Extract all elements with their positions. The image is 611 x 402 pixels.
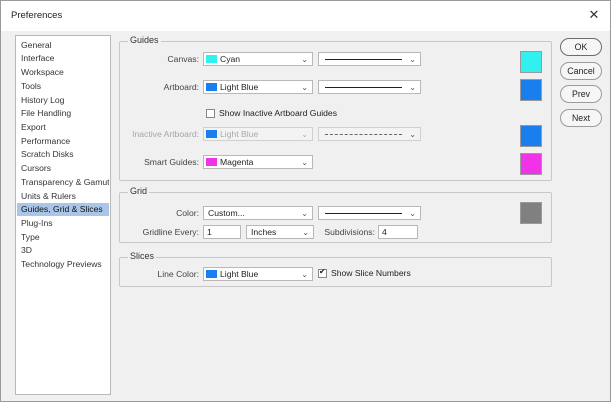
sidebar-item-transparency-gamut[interactable]: Transparency & Gamut bbox=[17, 176, 109, 189]
show-inactive-artboard-guides-label: Show Inactive Artboard Guides bbox=[219, 108, 337, 118]
artboard-color-swatch[interactable] bbox=[520, 79, 542, 101]
show-slice-numbers-checkbox[interactable] bbox=[318, 267, 327, 278]
smart-guides-label: Smart Guides: bbox=[144, 157, 199, 167]
chevron-down-icon: ⌄ bbox=[409, 83, 416, 92]
grid-color-select[interactable]: Custom... ⌄ bbox=[203, 206, 313, 220]
subdivisions-input[interactable]: 4 bbox=[378, 225, 418, 239]
smart-guides-color-select[interactable]: Magenta ⌄ bbox=[203, 155, 313, 169]
guides-group-title: Guides bbox=[128, 35, 161, 45]
canvas-label: Canvas: bbox=[167, 54, 199, 64]
sidebar-item-general[interactable]: General bbox=[17, 39, 109, 52]
chevron-down-icon: ⌄ bbox=[409, 55, 416, 64]
solid-line-icon bbox=[325, 87, 402, 88]
slice-line-color-value: Light Blue bbox=[220, 269, 259, 279]
chevron-down-icon: ⌄ bbox=[409, 130, 416, 139]
chevron-down-icon: ⌄ bbox=[302, 228, 309, 237]
chevron-down-icon: ⌄ bbox=[301, 130, 308, 139]
chevron-down-icon: ⌄ bbox=[301, 158, 308, 167]
inactive-artboard-line-style-select[interactable]: ⌄ bbox=[318, 127, 421, 141]
subdivisions-label: Subdivisions: bbox=[324, 227, 375, 237]
sidebar-item-history-log[interactable]: History Log bbox=[17, 94, 109, 107]
sidebar-item-cursors[interactable]: Cursors bbox=[17, 162, 109, 175]
smart-guides-color-value: Magenta bbox=[220, 157, 254, 167]
inactive-artboard-color-swatch[interactable] bbox=[520, 125, 542, 147]
slice-line-color-label: Line Color: bbox=[157, 269, 199, 279]
artboard-color-value: Light Blue bbox=[220, 82, 259, 92]
grid-color-value: Custom... bbox=[208, 208, 245, 218]
grid-color-label: Color: bbox=[176, 208, 199, 218]
magenta-swatch-icon bbox=[206, 158, 217, 166]
chevron-down-icon: ⌄ bbox=[301, 83, 308, 92]
gridline-every-label: Gridline Every: bbox=[142, 227, 199, 237]
preferences-dialog: Preferences ✕ General Interface Workspac… bbox=[0, 0, 611, 402]
sidebar-item-3d[interactable]: 3D bbox=[17, 244, 109, 257]
dashed-line-icon bbox=[325, 134, 402, 135]
canvas-color-select[interactable]: Cyan ⌄ bbox=[203, 52, 313, 66]
sidebar-item-technology-previews[interactable]: Technology Previews bbox=[17, 258, 109, 271]
close-icon[interactable]: ✕ bbox=[586, 7, 602, 23]
chevron-down-icon: ⌄ bbox=[301, 270, 308, 279]
sidebar-item-performance[interactable]: Performance bbox=[17, 135, 109, 148]
artboard-color-select[interactable]: Light Blue ⌄ bbox=[203, 80, 313, 94]
chevron-down-icon: ⌄ bbox=[301, 55, 308, 64]
sidebar-item-interface[interactable]: Interface bbox=[17, 52, 109, 65]
light-blue-swatch-icon bbox=[206, 83, 217, 91]
inactive-artboard-color-value: Light Blue bbox=[220, 129, 259, 139]
sidebar-item-export[interactable]: Export bbox=[17, 121, 109, 134]
grid-color-swatch[interactable] bbox=[520, 202, 542, 224]
grid-line-style-select[interactable]: ⌄ bbox=[318, 206, 421, 220]
sidebar-item-plug-ins[interactable]: Plug-Ins bbox=[17, 217, 109, 230]
chevron-down-icon: ⌄ bbox=[301, 209, 308, 218]
prev-button[interactable]: Prev bbox=[560, 85, 602, 103]
canvas-color-swatch[interactable] bbox=[520, 51, 542, 73]
sidebar-item-scratch-disks[interactable]: Scratch Disks bbox=[17, 148, 109, 161]
chevron-down-icon: ⌄ bbox=[409, 209, 416, 218]
solid-line-icon bbox=[325, 213, 402, 214]
smart-guides-color-swatch[interactable] bbox=[520, 153, 542, 175]
show-slice-numbers-label: Show Slice Numbers bbox=[331, 268, 411, 278]
sidebar-item-tools[interactable]: Tools bbox=[17, 80, 109, 93]
cyan-swatch-icon bbox=[206, 55, 217, 63]
sidebar-item-workspace[interactable]: Workspace bbox=[17, 66, 109, 79]
preferences-category-list: General Interface Workspace Tools Histor… bbox=[15, 35, 111, 395]
gridline-units-select[interactable]: Inches ⌄ bbox=[246, 225, 314, 239]
solid-line-icon bbox=[325, 59, 402, 60]
cancel-button[interactable]: Cancel bbox=[560, 62, 602, 80]
next-button[interactable]: Next bbox=[560, 109, 602, 127]
artboard-label: Artboard: bbox=[163, 82, 199, 92]
ok-button[interactable]: OK bbox=[560, 38, 602, 56]
slices-group-title: Slices bbox=[128, 251, 157, 261]
slice-line-color-select[interactable]: Light Blue ⌄ bbox=[203, 267, 313, 281]
light-blue-swatch-icon bbox=[206, 130, 217, 138]
sidebar-item-type[interactable]: Type bbox=[17, 231, 109, 244]
light-blue-swatch-icon bbox=[206, 270, 217, 278]
sidebar-item-units-rulers[interactable]: Units & Rulers bbox=[17, 190, 109, 203]
inactive-artboard-label: Inactive Artboard: bbox=[132, 129, 199, 139]
title-bar: Preferences ✕ bbox=[1, 1, 610, 31]
inactive-artboard-color-select[interactable]: Light Blue ⌄ bbox=[203, 127, 313, 141]
grid-group-title: Grid bbox=[128, 186, 150, 196]
sidebar-item-file-handling[interactable]: File Handling bbox=[17, 107, 109, 120]
window-title: Preferences bbox=[11, 10, 63, 21]
canvas-line-style-select[interactable]: ⌄ bbox=[318, 52, 421, 66]
canvas-color-value: Cyan bbox=[220, 54, 241, 64]
gridline-every-input[interactable]: 1 bbox=[203, 225, 241, 239]
gridline-units-value: Inches bbox=[251, 227, 277, 237]
show-inactive-artboard-guides-checkbox[interactable] bbox=[206, 109, 215, 118]
sidebar-item-guides-grid-slices[interactable]: Guides, Grid & Slices bbox=[17, 203, 109, 216]
artboard-line-style-select[interactable]: ⌄ bbox=[318, 80, 421, 94]
